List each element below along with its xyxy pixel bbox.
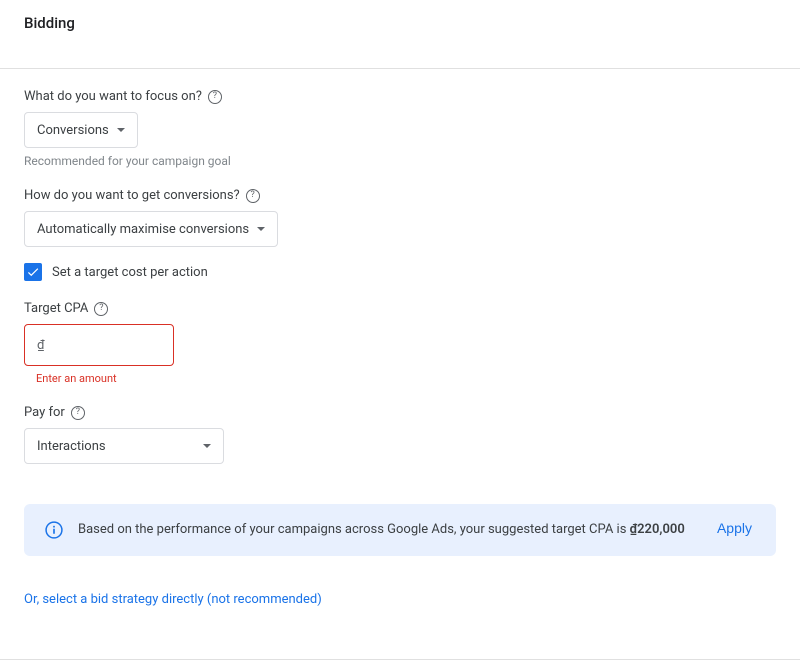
apply-button[interactable]: Apply <box>713 520 756 536</box>
help-icon[interactable]: ? <box>246 189 260 203</box>
help-icon[interactable]: ? <box>71 406 85 420</box>
focus-dropdown-value: Conversions <box>37 123 109 138</box>
focus-helper: Recommended for your campaign goal <box>24 154 776 168</box>
pay-for-dropdown[interactable]: Interactions <box>24 428 224 464</box>
direct-bid-strategy-link[interactable]: Or, select a bid strategy directly (not … <box>24 592 322 607</box>
caret-down-icon <box>117 128 125 132</box>
focus-dropdown[interactable]: Conversions <box>24 112 138 148</box>
focus-label: What do you want to focus on? <box>24 89 202 104</box>
info-icon <box>44 520 64 540</box>
pay-for-label-row: Pay for ? <box>24 405 776 420</box>
caret-down-icon <box>257 227 265 231</box>
info-text: Based on the performance of your campaig… <box>78 520 699 540</box>
target-cpa-error: Enter an amount <box>36 372 776 385</box>
conversions-dropdown-value: Automatically maximise conversions <box>37 222 249 237</box>
checkmark-icon <box>26 265 40 279</box>
info-amount: ₫220,000 <box>630 522 685 537</box>
suggested-cpa-info: Based on the performance of your campaig… <box>24 504 776 556</box>
conversions-dropdown[interactable]: Automatically maximise conversions <box>24 211 278 247</box>
pay-for-dropdown-value: Interactions <box>37 439 106 454</box>
focus-label-row: What do you want to focus on? ? <box>24 89 776 104</box>
target-cpa-input[interactable]: ₫ <box>24 324 174 366</box>
target-cpa-label-row: Target CPA ? <box>24 301 776 316</box>
pay-for-label: Pay for <box>24 405 65 420</box>
target-cpa-label: Target CPA <box>24 301 88 316</box>
target-cpa-checkbox-row: Set a target cost per action <box>24 263 776 281</box>
target-cpa-checkbox[interactable] <box>24 263 42 281</box>
help-icon[interactable]: ? <box>94 302 108 316</box>
currency-symbol: ₫ <box>37 338 45 353</box>
conversions-label: How do you want to get conversions? <box>24 188 240 203</box>
target-cpa-checkbox-label: Set a target cost per action <box>52 265 208 280</box>
caret-down-icon <box>203 444 211 448</box>
section-title: Bidding <box>24 14 776 32</box>
conversions-label-row: How do you want to get conversions? ? <box>24 188 776 203</box>
info-text-before: Based on the performance of your campaig… <box>78 522 630 537</box>
help-icon[interactable]: ? <box>208 90 222 104</box>
